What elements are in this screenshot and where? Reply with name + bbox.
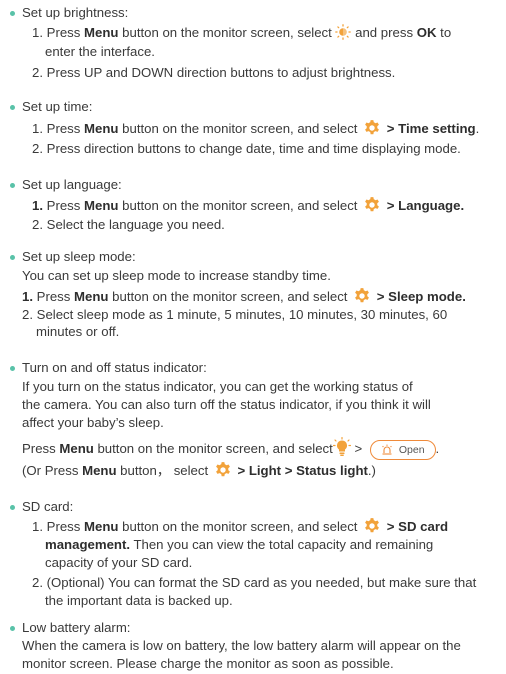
paragraph-line: affect your baby’s sleep. [22, 415, 164, 430]
paragraph-line: the camera. You can also turn off the st… [22, 397, 431, 412]
section-title: Turn on and off status indicator: [22, 360, 207, 375]
step-2: 2. Press UP and DOWN direction buttons t… [32, 65, 396, 80]
bullet [10, 183, 15, 188]
section-intro: You can set up sleep mode to increase st… [22, 268, 331, 283]
section-title: Low battery alarm: [22, 620, 131, 635]
light-bulb-icon [332, 437, 351, 456]
bullet [10, 11, 15, 16]
bullet [10, 505, 15, 510]
step-1: 1. Press Menu button on the monitor scre… [32, 24, 452, 40]
step-1: 1. Press Menu button on the monitor scre… [22, 287, 466, 305]
settings-gear-icon [363, 517, 381, 535]
bullet [10, 105, 15, 110]
step-1-cont: management. Then you can view the total … [45, 537, 434, 552]
bullet [10, 626, 15, 631]
step-1: Press Menu button on the monitor screen,… [22, 437, 439, 460]
section-title: Set up time: [22, 99, 93, 114]
section-title: Set up sleep mode: [22, 249, 136, 264]
open-label: Open [398, 443, 425, 456]
step-2: 2. Select sleep mode as 1 minute, 5 minu… [22, 307, 448, 322]
alarm-light-icon [382, 444, 392, 455]
step-2: 2. Select the language you need. [32, 217, 225, 232]
step-1: 1. Press Menu button on the monitor scre… [32, 517, 449, 535]
step-2: (Or Press Menu button， select > Light > … [22, 461, 376, 479]
settings-gear-icon [363, 196, 381, 214]
section-title: SD card: [22, 499, 74, 514]
step-1: 1. Press Menu button on the monitor scre… [32, 119, 480, 137]
paragraph-line: If you turn on the status indicator, you… [22, 379, 413, 394]
section-title: Set up language: [22, 177, 122, 192]
settings-gear-icon [363, 119, 381, 137]
section-title: Set up brightness: [22, 5, 129, 20]
bullet [10, 366, 15, 371]
paragraph-line: When the camera is low on battery, the l… [22, 638, 461, 653]
paragraph-line: monitor screen. Please charge the monito… [22, 656, 394, 671]
step-2-cont: the important data is backed up. [45, 593, 233, 608]
status-light-open-toggle[interactable]: Open [369, 440, 436, 460]
step-1: 1. Press Menu button on the monitor scre… [32, 196, 465, 214]
step-2: 2. Press direction buttons to change dat… [32, 141, 461, 156]
settings-gear-icon [214, 461, 232, 479]
step-2-cont: minutes or off. [36, 324, 120, 339]
settings-gear-icon [353, 287, 371, 305]
bullet [10, 255, 15, 260]
brightness-icon [335, 24, 352, 40]
step-2: 2. (Optional) You can format the SD card… [32, 575, 477, 590]
step-1-cont: capacity of your SD card. [45, 555, 193, 570]
step-1-cont: enter the interface. [45, 44, 155, 59]
